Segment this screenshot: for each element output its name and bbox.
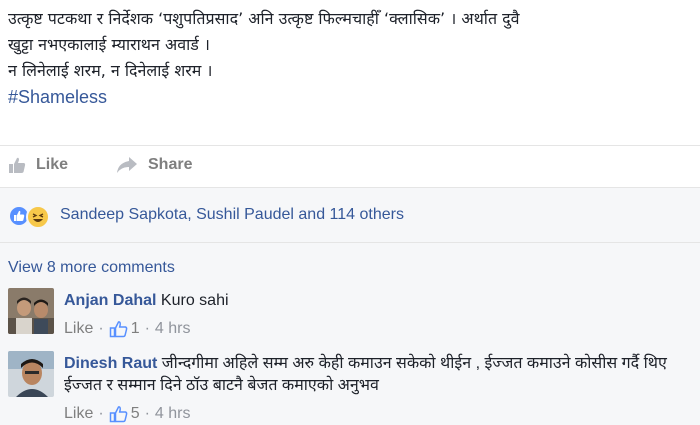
post-line-1: उत्कृष्ट पटकथा र निर्देशक ‘पशुपतिप्रसाद’… — [8, 9, 520, 28]
like-button[interactable]: Like — [8, 156, 68, 174]
post-line-3: न लिनेलाई शरम, न दिनेलाई शरम । — [8, 61, 213, 80]
avatar[interactable] — [8, 351, 54, 397]
thumbs-up-icon — [9, 157, 26, 173]
separator-dot: · — [98, 320, 104, 337]
comment-body: Dinesh Raut जीन्दगीमा अहिले सम्म अरु केह… — [64, 353, 698, 425]
post-text: उत्कृष्ट पटकथा र निर्देशक ‘पशुपतिप्रसाद’… — [8, 6, 698, 110]
comment-timestamp[interactable]: 4 hrs — [155, 318, 191, 340]
share-button[interactable]: Share — [116, 156, 192, 174]
reaction-icons[interactable] — [8, 205, 54, 229]
separator-dot: · — [144, 405, 150, 422]
like-button-label: Like — [36, 156, 69, 173]
view-more-comments-link[interactable]: View 8 more comments — [8, 259, 175, 277]
post-line-2: खुट्टा नभएकालाई म्याराथन अवार्ड । — [8, 35, 210, 54]
like-count-value: 1 — [130, 320, 140, 337]
comment-like-count[interactable]: 1 — [109, 318, 140, 340]
comment-like-button[interactable]: Like — [64, 318, 93, 340]
comment-author-link[interactable]: Dinesh Raut — [64, 355, 157, 372]
comment-like-button[interactable]: Like — [64, 403, 93, 425]
share-arrow-icon — [117, 157, 137, 173]
comment-meta: Like · 1 · 4 hrs — [64, 318, 698, 340]
hashtag-link[interactable]: #Shameless — [8, 84, 698, 110]
thumbs-up-outline-icon — [109, 321, 128, 338]
comment-author-link[interactable]: Anjan Dahal — [64, 292, 156, 309]
post-action-bar: Like Share — [0, 145, 700, 185]
comment-text: Kuro sahi — [160, 292, 229, 309]
thumbs-up-outline-icon — [109, 406, 128, 423]
comment-body: Anjan Dahal Kuro sahi Like · 1 · 4 hrs — [64, 290, 698, 340]
comment-timestamp[interactable]: 4 hrs — [155, 403, 191, 425]
comment-meta: Like · 5 · 4 hrs — [64, 403, 698, 425]
separator-dot: · — [98, 405, 104, 422]
reactors-summary[interactable]: Sandeep Sapkota, Sushil Paudel and 114 o… — [60, 206, 404, 224]
like-count-value: 5 — [130, 405, 140, 422]
separator-dot: · — [144, 320, 150, 337]
reactions-bar: Sandeep Sapkota, Sushil Paudel and 114 o… — [0, 187, 700, 242]
share-button-label: Share — [148, 156, 193, 173]
avatar[interactable] — [8, 288, 54, 334]
haha-reaction-icon — [26, 205, 50, 229]
comments-section: View 8 more comments Anjan Dahal Kuro sa… — [0, 242, 700, 425]
comment-like-count[interactable]: 5 — [109, 403, 140, 425]
